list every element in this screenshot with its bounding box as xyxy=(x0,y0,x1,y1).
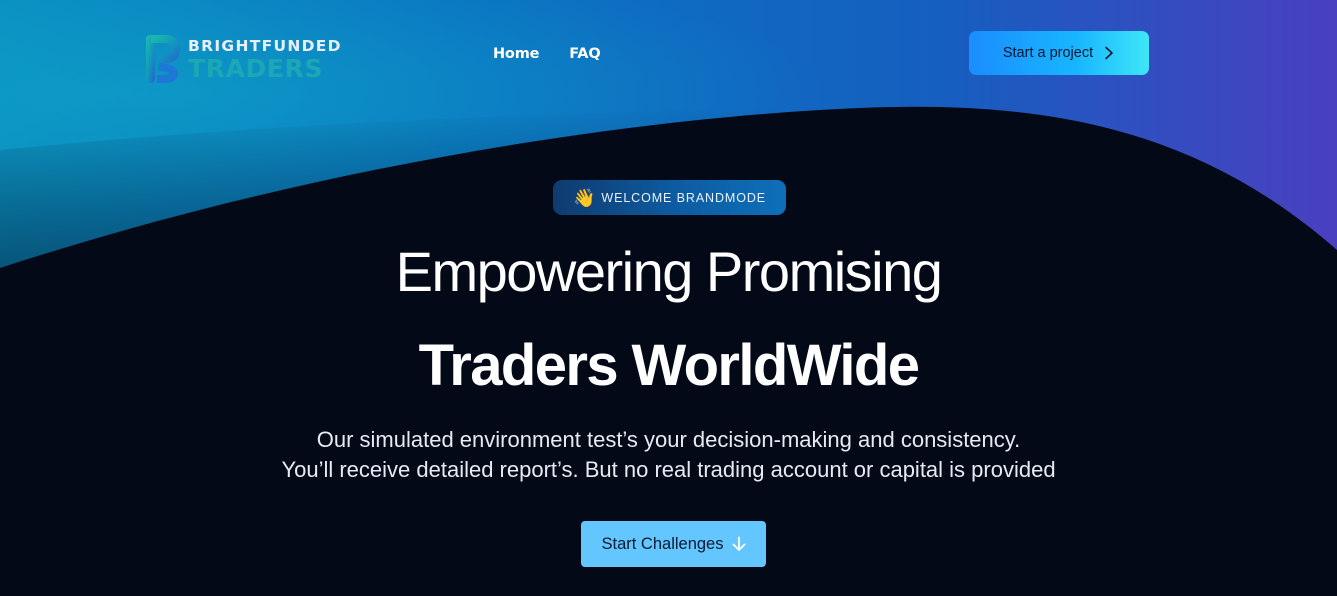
site-header: BRIGHTFUNDED TRADERS Home FAQ Start a pr… xyxy=(0,0,1337,110)
hero-description: Our simulated environment test’s your de… xyxy=(0,425,1337,485)
start-project-button[interactable]: Start a project xyxy=(969,31,1149,75)
brand-logo[interactable]: BRIGHTFUNDED TRADERS xyxy=(145,33,345,85)
logo-mark-icon xyxy=(146,35,180,83)
arrow-down-icon xyxy=(732,536,745,551)
main-nav: Home FAQ xyxy=(493,46,601,62)
hero-headline-line2: Traders WorldWide xyxy=(418,333,920,398)
waving-hand-icon: 👋 xyxy=(572,187,596,208)
landing-page: BRIGHTFUNDED TRADERS Home FAQ Start a pr… xyxy=(0,0,1337,596)
brand-name-line2: TRADERS xyxy=(188,54,323,83)
start-challenges-button[interactable]: Start Challenges xyxy=(581,521,766,567)
hero-description-line1: Our simulated environment test’s your de… xyxy=(316,427,1021,452)
start-challenges-label: Start Challenges xyxy=(601,534,724,553)
hero-description-line2: You’ll receive detailed report’s. But no… xyxy=(281,457,1056,482)
brand-name-line1: BRIGHTFUNDED xyxy=(188,37,342,55)
welcome-badge-text: WELCOME BRANDMODE xyxy=(601,190,767,205)
chevron-right-icon xyxy=(1105,46,1113,60)
hero-headline-line1: Empowering Promising xyxy=(395,240,943,303)
nav-link-faq[interactable]: FAQ xyxy=(569,46,600,62)
welcome-badge: 👋 WELCOME BRANDMODE xyxy=(553,180,786,215)
start-project-label: Start a project xyxy=(1002,45,1094,61)
nav-link-home[interactable]: Home xyxy=(493,46,539,62)
